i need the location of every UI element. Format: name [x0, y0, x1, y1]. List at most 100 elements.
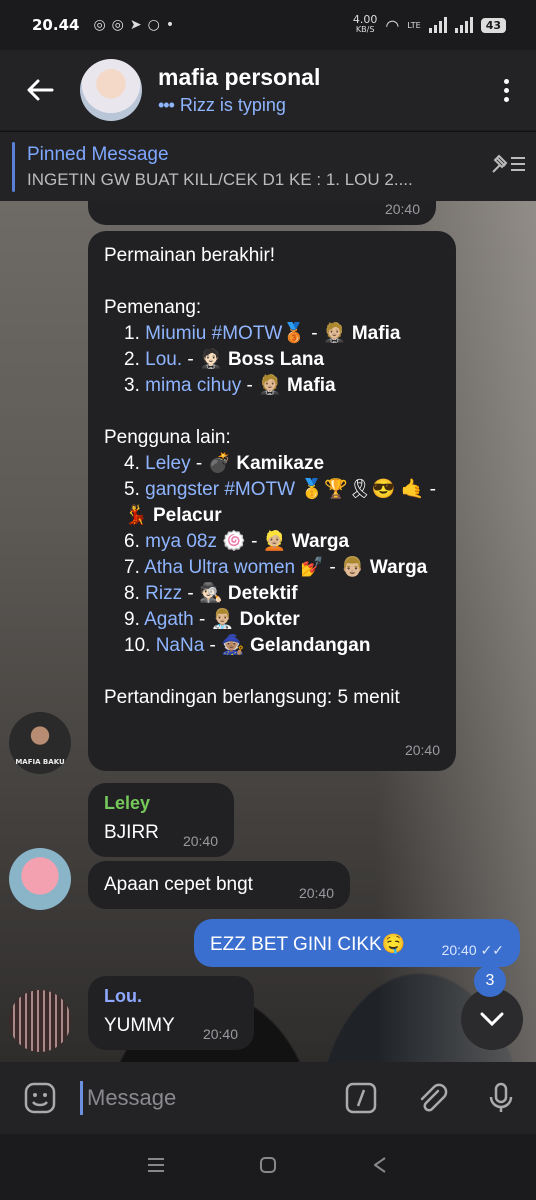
- avatar-mafia-baku[interactable]: MAFIA BAKU: [9, 712, 71, 774]
- player-name[interactable]: Rizz: [145, 583, 182, 604]
- player-role: Dokter: [239, 609, 300, 630]
- message-leley[interactable]: Leley BJIRR 20:40: [88, 783, 234, 857]
- player-number: 1.: [124, 323, 140, 344]
- menu-lines-icon: [148, 1158, 164, 1172]
- system-nav-bar: [0, 1134, 536, 1200]
- back-button[interactable]: [0, 50, 80, 130]
- typing-status-text: Rizz is typing: [179, 95, 286, 115]
- circle-icon: ○: [147, 17, 160, 33]
- message-text: Apaan cepet bngt: [104, 874, 253, 895]
- wifi-icon: ◠: [385, 15, 400, 35]
- avatar-caption: MAFIA BAKU: [15, 758, 65, 766]
- telegram-icon: ➤: [129, 17, 142, 33]
- whatsapp-icon: ◎: [93, 17, 106, 33]
- sender-name: Leley: [104, 793, 151, 813]
- home-square-icon: [260, 1157, 276, 1173]
- player-role: Kamikaze: [236, 453, 325, 474]
- player-name[interactable]: mya 08z: [145, 531, 217, 552]
- message-lou[interactable]: Lou. YUMMY 20:40: [88, 976, 254, 1050]
- home-button[interactable]: [258, 1155, 278, 1179]
- others-label: Pengguna lain:: [104, 427, 231, 448]
- pinned-text-block: Pinned Message INGETIN GW BUAT KILL/CEK …: [27, 144, 480, 190]
- system-icons: 4.00 KB/S ◠ LTE 43: [352, 13, 506, 35]
- player-role: Boss Lana: [227, 349, 325, 370]
- lte-label: LTE: [407, 20, 421, 30]
- menu-button[interactable]: [476, 78, 536, 102]
- player-row: 3. mima cihuy - 🤵🏼 Mafia: [104, 373, 440, 399]
- dot-icon: •: [165, 17, 175, 33]
- sticker-icon: [24, 1082, 56, 1114]
- group-avatar[interactable]: [80, 59, 142, 121]
- player-row: 2. Lou. - 🤵🏻 Boss Lana: [104, 347, 440, 373]
- player-row: 8. Rizz - 🕵🏻 Detektif: [104, 581, 440, 607]
- player-role: Warga: [291, 531, 350, 552]
- pinned-title: Pinned Message: [27, 143, 169, 165]
- scroll-down-button[interactable]: [461, 988, 523, 1050]
- kebab-icon-dot: [503, 96, 509, 102]
- status-bar: 20.44 ◎ ◎ ➤ ○ • 4.00 KB/S ◠ LTE 43: [0, 0, 536, 50]
- net-speed-value: 4.00: [352, 13, 378, 26]
- microphone-icon: [489, 1082, 513, 1112]
- player-separator: - 💣: [190, 453, 232, 474]
- player-name[interactable]: mima cihuy: [145, 375, 241, 396]
- battery-icon: 43: [480, 17, 506, 33]
- player-separator: 💅 - 👨🏼: [295, 557, 365, 578]
- message-input[interactable]: Message: [80, 1081, 326, 1115]
- pin-list-icon: [492, 154, 525, 173]
- player-name[interactable]: gangster #MOTW: [145, 479, 295, 500]
- double-check-icon: ✓✓: [480, 942, 504, 958]
- player-number: 4.: [124, 453, 140, 474]
- player-number: 8.: [124, 583, 140, 604]
- avatar-patrick[interactable]: [9, 848, 71, 910]
- winners-label: Pemenang:: [104, 297, 202, 318]
- message-apaan[interactable]: Apaan cepet bngt 20:40: [88, 861, 350, 909]
- voice-button[interactable]: [466, 1081, 536, 1115]
- player-name[interactable]: NaNa: [156, 635, 205, 656]
- player-name[interactable]: Agath: [144, 609, 194, 630]
- player-name[interactable]: Leley: [145, 453, 190, 474]
- player-number: 6.: [124, 531, 140, 552]
- player-number: 9.: [124, 609, 140, 630]
- emoji-button[interactable]: [0, 1081, 80, 1115]
- player-role: Mafia: [287, 375, 336, 396]
- attach-button[interactable]: [396, 1081, 466, 1115]
- signal-icon: [428, 17, 447, 33]
- player-number: 2.: [124, 349, 140, 370]
- message-time: 20:40: [182, 833, 218, 849]
- chat-title-block[interactable]: mafia personal ••• Rizz is typing: [158, 64, 320, 116]
- message-outgoing[interactable]: EZZ BET GINI CIKK🤤 20:40 ✓✓: [194, 919, 520, 967]
- player-separator: - 👨🏼‍⚕️: [193, 609, 235, 630]
- triangle-back-icon: [374, 1157, 386, 1173]
- pinned-list-button[interactable]: [480, 152, 536, 181]
- game-result-message[interactable]: Permainan berakhir! Pemenang: 1. Miumiu …: [88, 231, 456, 771]
- bot-command-button[interactable]: [326, 1081, 396, 1115]
- chat-area[interactable]: 20:40 Permainan berakhir! Pemenang: 1. M…: [0, 201, 536, 1062]
- arrow-left-icon: [27, 79, 54, 101]
- winners-list: 1. Miumiu #MOTW🥉 - 🤵🏼 Mafia 2. Lou. - 🤵🏻 …: [104, 321, 440, 399]
- player-row: 9. Agath - 👨🏼‍⚕️ Dokter: [104, 607, 440, 633]
- sender-name: Lou.: [104, 986, 142, 1006]
- player-name[interactable]: Miumiu #MOTW🥉: [145, 323, 306, 344]
- pinned-message-bar[interactable]: Pinned Message INGETIN GW BUAT KILL/CEK …: [0, 131, 536, 201]
- player-role: Mafia: [351, 323, 401, 344]
- chevron-down-icon: [480, 1012, 504, 1027]
- player-number: 5.: [124, 479, 140, 500]
- others-list: 4. Leley - 💣 Kamikaze 5. gangster #MOTW 🥇…: [104, 451, 440, 659]
- signal-icon-2: [454, 17, 473, 33]
- recents-button[interactable]: [146, 1156, 166, 1178]
- message-text: EZZ BET GINI CIKK🤤: [210, 934, 406, 955]
- clock: 20.44: [32, 16, 80, 34]
- notification-icons: ◎ ◎ ➤ ○ •: [93, 17, 174, 33]
- player-separator: - 🤵🏼: [306, 323, 347, 344]
- player-separator: - 🤵🏻: [182, 349, 223, 370]
- back-nav-button[interactable]: [370, 1155, 390, 1179]
- avatar-lou[interactable]: [9, 990, 71, 1052]
- typing-status: ••• Rizz is typing: [158, 95, 320, 116]
- player-row: 1. Miumiu #MOTW🥉 - 🤵🏼 Mafia: [104, 321, 440, 347]
- player-name[interactable]: Lou.: [145, 349, 182, 370]
- player-role: Gelandangan: [250, 635, 371, 656]
- message-bubble[interactable]: 20:40: [88, 201, 436, 225]
- typing-dots-icon: •••: [158, 95, 175, 115]
- message-time: 20:40: [384, 201, 420, 217]
- player-name[interactable]: Atha Ultra women: [144, 557, 295, 578]
